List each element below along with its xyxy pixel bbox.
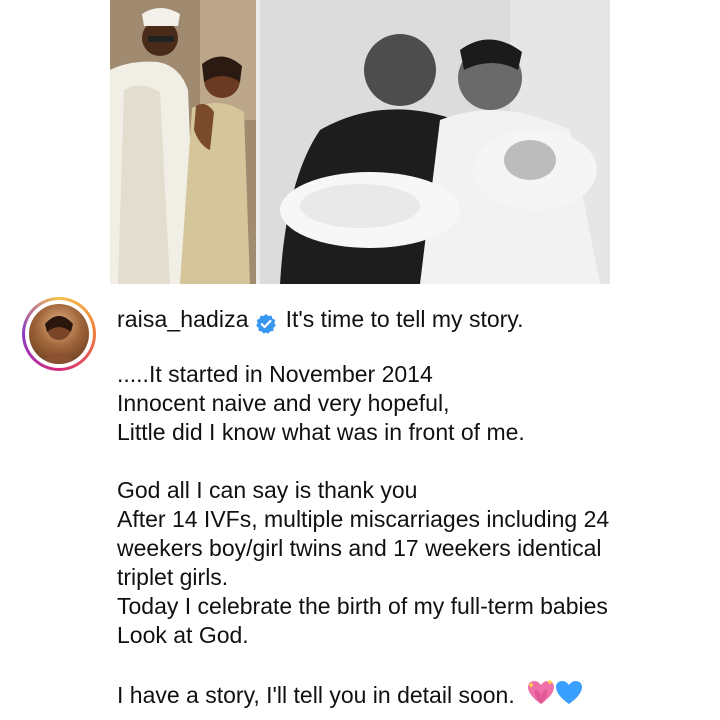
verified-badge-icon bbox=[255, 308, 277, 334]
caption-line: weekers boy/girl twins and 17 weekers id… bbox=[117, 535, 602, 561]
hearts-emoji bbox=[527, 679, 583, 714]
avatar-story-ring[interactable] bbox=[22, 297, 96, 371]
caption-line: Innocent naive and very hopeful, bbox=[117, 390, 450, 416]
post-header: raisa_hadiza It's time to tell my story. bbox=[117, 300, 523, 338]
caption-line: .....It started in November 2014 bbox=[117, 361, 433, 387]
avatar[interactable] bbox=[29, 304, 89, 364]
caption-line: Look at God. bbox=[117, 622, 249, 648]
instagram-post-screenshot: raisa_hadiza It's time to tell my story.… bbox=[0, 0, 720, 720]
photo-collage[interactable] bbox=[110, 0, 610, 284]
caption-line: triplet girls. bbox=[117, 564, 229, 590]
caption-line: Little did I know what was in front of m… bbox=[117, 419, 525, 445]
blue-heart-icon bbox=[556, 681, 583, 704]
caption-last-line: I have a story, I'll tell you in detail … bbox=[117, 679, 677, 714]
couple-photo[interactable] bbox=[110, 0, 256, 284]
caption-line: Today I celebrate the birth of my full-t… bbox=[117, 593, 608, 619]
caption-line: God all I can say is thank you bbox=[117, 477, 418, 503]
caption-first-line: It's time to tell my story. bbox=[285, 306, 524, 332]
couple-with-newborns-photo[interactable] bbox=[260, 0, 610, 284]
caption-last-text: I have a story, I'll tell you in detail … bbox=[117, 682, 515, 708]
caption-line: After 14 IVFs, multiple miscarriages inc… bbox=[117, 506, 610, 532]
sparkling-heart-icon bbox=[528, 679, 583, 704]
username-link[interactable]: raisa_hadiza bbox=[117, 300, 249, 338]
post-caption: .....It started in November 2014 Innocen… bbox=[117, 360, 677, 714]
